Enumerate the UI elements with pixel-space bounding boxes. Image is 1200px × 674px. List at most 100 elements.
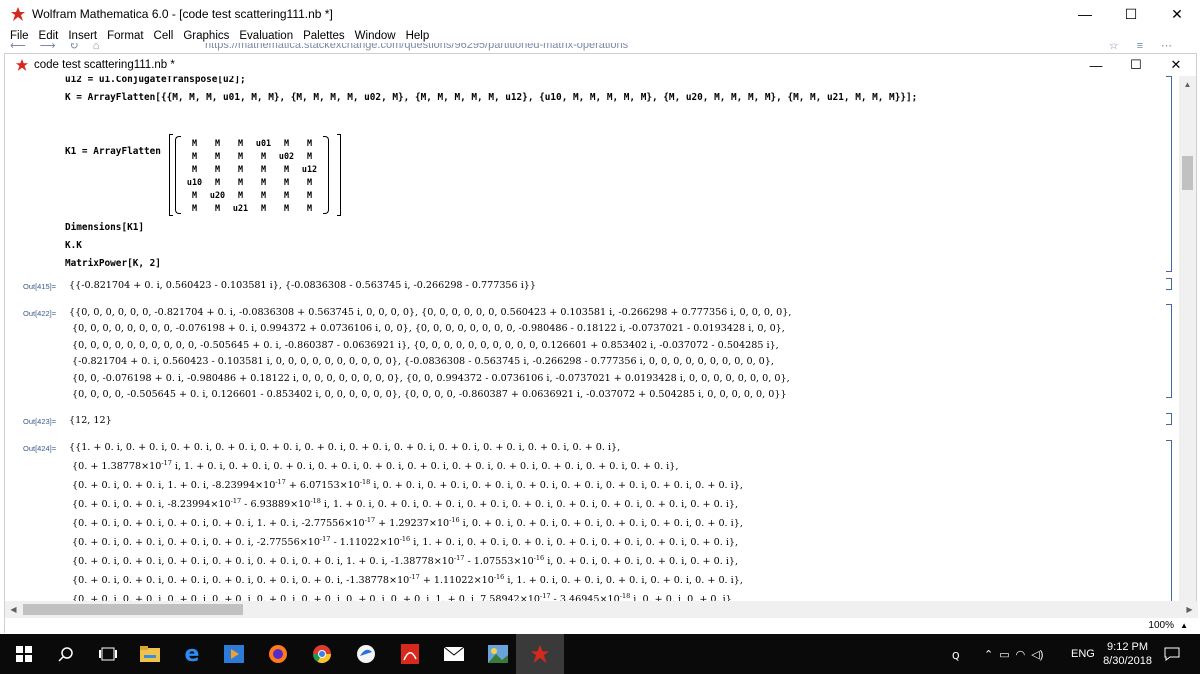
output-422-line[interactable]: {0, 0, 0, 0, 0, 0, 0, 0, 0, 0, -0.505645…	[69, 340, 779, 351]
matrix-cell: M	[191, 164, 198, 174]
input-cell-bracket[interactable]	[1166, 76, 1172, 272]
out-label-422: Out[422]=	[23, 309, 57, 318]
input-dimensions[interactable]: Dimensions[K1]	[65, 222, 144, 233]
tray-volume-icon[interactable]: ◁)	[1031, 648, 1043, 661]
output-415-bracket[interactable]	[1166, 278, 1172, 290]
horizontal-scrollbar[interactable]: ◀ ▶	[5, 601, 1198, 618]
matrix-cell: M	[214, 203, 221, 213]
minimize-button[interactable]: —	[1062, 0, 1108, 28]
mathematica-icon	[10, 6, 26, 22]
output-423-bracket[interactable]	[1166, 413, 1172, 425]
horizontal-scroll-thumb[interactable]	[23, 604, 243, 615]
output-424-line[interactable]: {0. + 0. i, 0. + 0. i, 0. + 0. i, 0. + 0…	[69, 517, 743, 529]
scroll-left-icon[interactable]: ◀	[5, 601, 22, 618]
matrix-cell: M	[237, 177, 244, 187]
output-424-line[interactable]: {0. + 0. i, 0. + 0. i, 1. + 0. i, -8.239…	[69, 479, 743, 491]
close-button[interactable]: ✕	[1154, 0, 1200, 28]
firefox-icon[interactable]	[254, 634, 302, 674]
matrix-cell: u20	[209, 190, 226, 200]
k1-matrix[interactable]: M M Mu01 M M M M M Mu02 M M M M M Mu12 u10 M M M M M Mu20 M M M M…	[175, 136, 329, 214]
menubar: File Edit Insert Format Cell Graphics Ev…	[0, 28, 1200, 44]
search-icon[interactable]	[42, 634, 90, 674]
windows-start-icon[interactable]	[0, 634, 48, 674]
maximize-button[interactable]: ☐	[1108, 0, 1154, 28]
zoom-up-icon[interactable]: ▲	[1180, 621, 1188, 630]
taskbar-clock[interactable]: 9:12 PM 8/30/2018	[1103, 640, 1152, 668]
menu-evaluation[interactable]: Evaluation	[234, 30, 298, 42]
output-424-line[interactable]: {0. + 1.38778×10-17 i, 1. + 0. i, 0. + 0…	[69, 460, 678, 472]
mail-icon[interactable]	[430, 634, 478, 674]
notebook-titlebar: code test scattering111.nb * — ☐ ✕	[5, 54, 1196, 76]
menu-format[interactable]: Format	[102, 30, 148, 42]
tray-wifi-icon[interactable]: ◠	[1016, 648, 1026, 661]
output-422-line[interactable]: {0, 0, 0, 0, -0.505645 + 0. i, 0.126601 …	[69, 389, 787, 400]
tray-battery-icon[interactable]: ▭	[999, 648, 1009, 661]
output-422-bracket[interactable]	[1166, 304, 1172, 398]
zoom-level[interactable]: 100%	[1148, 620, 1174, 631]
output-424-line[interactable]: {0. + 0. i, 0. + 0. i, -8.23994×10-17 - …	[69, 498, 738, 510]
output-424-line[interactable]: {0. + 0. i, 0. + 0. i, 0. + 0. i, 0. + 0…	[69, 536, 738, 548]
output-422-line[interactable]: {0, 0, -0.076198 + 0. i, -0.980486 + 0.1…	[69, 373, 790, 384]
output-422-line[interactable]: {0, 0, 0, 0, 0, 0, 0, 0, -0.076198 + 0. …	[69, 323, 785, 334]
vertical-scrollbar[interactable]: ▲ ▼	[1179, 76, 1196, 614]
people-icon[interactable]: ꞯ	[952, 634, 960, 674]
menu-cell[interactable]: Cell	[149, 30, 179, 42]
menu-file[interactable]: File	[0, 30, 34, 42]
input-k[interactable]: K = ArrayFlatten[{{M, M, M, u01, M, M}, …	[65, 92, 917, 103]
input-k1-prefix[interactable]: K1 = ArrayFlatten	[65, 146, 161, 157]
notification-center-icon[interactable]	[1164, 634, 1180, 674]
app-bird-icon[interactable]	[342, 634, 390, 674]
input-u12[interactable]: u12 = u1.ConjugateTranspose[u2];	[65, 76, 246, 85]
photos-app-icon[interactable]	[474, 634, 522, 674]
matrix-cell: M	[237, 138, 244, 148]
edge-icon[interactable]: e	[168, 634, 216, 674]
output-424-line[interactable]: {0. + 0. i, 0. + 0. i, 0. + 0. i, 0. + 0…	[69, 555, 738, 567]
menu-insert[interactable]: Insert	[63, 30, 102, 42]
matrix-cell: M	[260, 203, 267, 213]
matrix-cell: M	[214, 151, 221, 161]
clock-time: 9:12 PM	[1107, 641, 1149, 653]
acrobat-icon[interactable]	[386, 634, 434, 674]
tray-icons[interactable]: ⌃ ▭ ◠ ◁)	[984, 634, 1043, 674]
output-422-line[interactable]: {{0, 0, 0, 0, 0, 0, -0.821704 + 0. i, -0…	[69, 307, 791, 318]
nb-minimize-button[interactable]: —	[1076, 54, 1116, 76]
output-415-line[interactable]: {{-0.821704 + 0. i, 0.560423 - 0.103581 …	[69, 280, 536, 291]
file-explorer-icon[interactable]	[126, 634, 174, 674]
window-titlebar: Wolfram Mathematica 6.0 - [code test sca…	[0, 0, 1200, 28]
input-kk[interactable]: K.K	[65, 240, 82, 251]
media-player-icon[interactable]	[210, 634, 258, 674]
browser-toolbar-icons: ☆≡⋯	[1108, 43, 1190, 52]
nb-maximize-button[interactable]: ☐	[1116, 54, 1156, 76]
output-424-line[interactable]: {{1. + 0. i, 0. + 0. i, 0. + 0. i, 0. + …	[69, 442, 620, 453]
vertical-scroll-thumb[interactable]	[1182, 156, 1193, 190]
notebook-title: code test scattering111.nb *	[34, 59, 175, 71]
menu-help[interactable]: Help	[401, 30, 435, 42]
notebook-icon	[15, 58, 29, 72]
tray-chevron-up-icon[interactable]: ⌃	[984, 648, 993, 661]
chrome-icon[interactable]	[298, 634, 346, 674]
mathematica-taskbar-icon[interactable]	[516, 634, 564, 674]
menu-palettes[interactable]: Palettes	[298, 30, 350, 42]
browser-nav-icons: ⟵⟶↻⌂	[10, 43, 114, 52]
matrix-cell: u01	[255, 138, 272, 148]
menu-graphics[interactable]: Graphics	[178, 30, 234, 42]
input-matrixpower[interactable]: MatrixPower[K, 2]	[65, 258, 161, 269]
k1-matrix-grid: M M Mu01 M M M M M Mu02 M M M M M Mu12 u10 M M M M M Mu20 M M M M…	[181, 136, 323, 214]
notebook-content[interactable]: u12 = u1.ConjugateTranspose[u2]; K = Arr…	[5, 76, 1180, 654]
task-view-icon[interactable]	[84, 634, 132, 674]
language-indicator[interactable]: ENG	[1071, 634, 1095, 674]
nb-close-button[interactable]: ✕	[1156, 54, 1196, 76]
output-423-line[interactable]: {12, 12}	[69, 415, 112, 426]
menu-edit[interactable]: Edit	[34, 30, 64, 42]
matrix-paren-right	[323, 136, 329, 214]
matrix-cell: M	[306, 138, 313, 148]
menu-window[interactable]: Window	[350, 30, 401, 42]
matrix-cell: u12	[301, 164, 318, 174]
taskbar: e ꞯ ⌃ ▭ ◠ ◁) ENG 9:12 PM 8/30/2018	[0, 634, 1200, 674]
output-424-line[interactable]: {0. + 0. i, 0. + 0. i, 0. + 0. i, 0. + 0…	[69, 574, 743, 586]
scroll-right-icon[interactable]: ▶	[1181, 601, 1198, 618]
scroll-up-icon[interactable]: ▲	[1179, 76, 1196, 93]
window-title: Wolfram Mathematica 6.0 - [code test sca…	[32, 7, 333, 21]
matrix-cell: M	[237, 164, 244, 174]
output-422-line[interactable]: {-0.821704 + 0. i, 0.560423 - 0.103581 i…	[69, 356, 774, 367]
